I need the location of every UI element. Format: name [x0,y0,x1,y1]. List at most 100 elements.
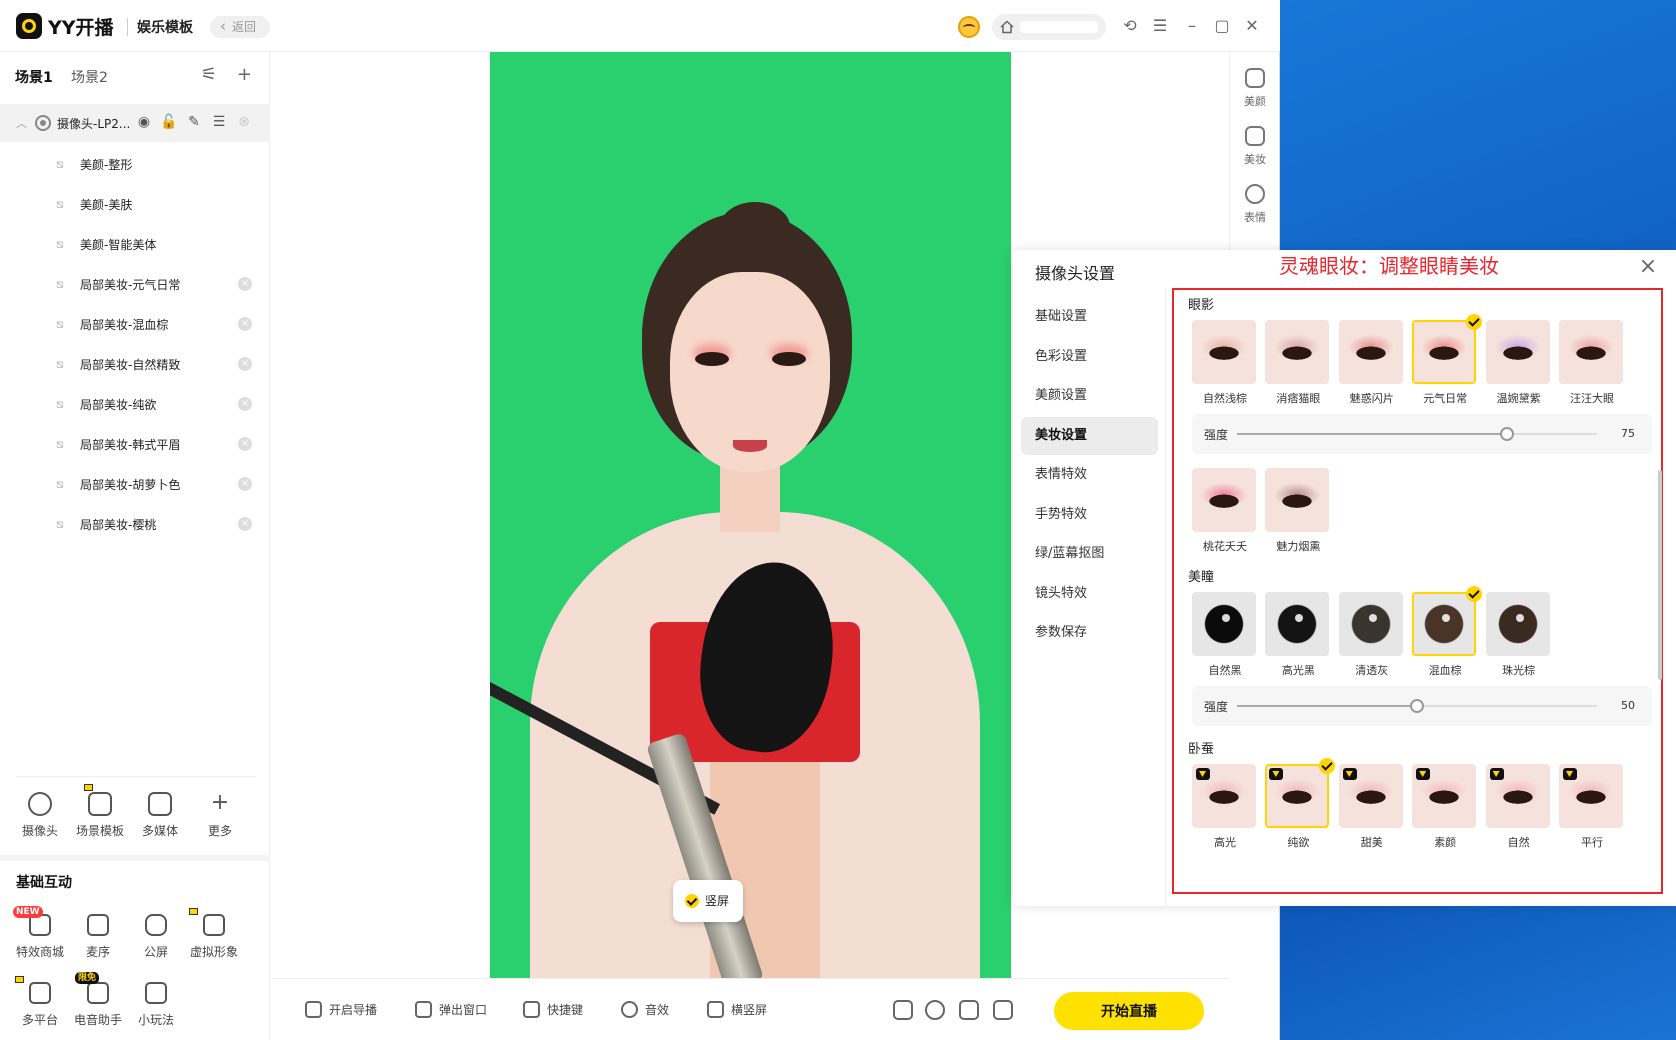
settings-nav-item[interactable]: 绿/蓝幕抠图 [1021,535,1158,573]
eyeshadow-strength-slider[interactable]: 强度 75 [1192,414,1652,454]
filter-item[interactable]: ⧅ 美颜-智能美体 [0,224,270,264]
tool-makeup[interactable]: 美妆 [1230,126,1280,167]
slider-track[interactable] [1237,427,1597,441]
interact-mini-games[interactable]: 小玩法 [126,982,186,1028]
settings-nav-item[interactable]: 美妆设置 [1021,416,1158,455]
settings-nav-item[interactable]: 参数保存 [1021,614,1158,652]
settings-nav-item[interactable]: 色彩设置 [1021,338,1158,376]
pupil-option[interactable]: 珠光棕 [1485,592,1552,678]
filter-item[interactable]: ⧅ 局部美妆-纯欲 × [0,384,270,424]
interact-voice-assistant[interactable]: 限免 电音助手 [68,972,128,1028]
quick-scene-template[interactable]: 场景模板 [70,784,130,839]
pupil-option[interactable]: 自然黑 [1192,592,1258,678]
aegyo-option[interactable]: 自然 [1486,764,1552,850]
settings-nav-item[interactable]: 基础设置 [1021,298,1158,336]
filter-item[interactable]: ⧅ 局部美妆-胡萝卜色 × [0,464,270,504]
close-icon[interactable]: ✕ [1242,16,1262,36]
settings-nav-item[interactable]: 表情特效 [1021,456,1158,494]
pupil-option[interactable]: 清透灰 [1338,592,1405,678]
filter-item[interactable]: ⧅ 美颜-美肤 [0,184,270,224]
filter-item[interactable]: ⧅ 局部美妆-自然精致 × [0,344,270,384]
aegyo-option[interactable]: 平行 [1559,764,1625,850]
tool-beauty[interactable]: 美颜 [1230,68,1280,109]
refresh-icon[interactable]: ⟲ [1120,16,1140,36]
start-live-button[interactable]: 开始直播 [1054,992,1204,1030]
aegyo-option[interactable]: 纯欲 [1265,758,1336,850]
tool-expression[interactable]: 表情 [1230,184,1280,225]
filter-item[interactable]: ⧅ 局部美妆-樱桃 × [0,504,270,544]
remove-filter-icon[interactable]: × [238,277,252,291]
pupil-option[interactable]: 混血棕 [1412,586,1483,678]
slider-track[interactable] [1237,699,1597,713]
quick-camera[interactable]: 摄像头 [10,792,70,839]
camera-source-row[interactable]: ︿ 摄像头-LP2... ◉ 🔓 ✎ ☰ ⊗ [0,104,270,142]
camera-preview[interactable] [490,52,1011,978]
eyeshadow-option[interactable]: 自然浅棕 [1192,320,1258,406]
eyeshadow-option[interactable]: 元气日常 [1412,314,1483,406]
eyeshadow-option[interactable]: 汪汪大眼 [1559,320,1625,406]
sound-effect-button[interactable]: 音效 [621,1001,669,1018]
interact-mic-order[interactable]: 麦序 [68,914,128,960]
popup-window-button[interactable]: 弹出窗口 [415,1001,487,1018]
microphone-icon[interactable] [925,1000,945,1020]
filter-item[interactable]: ⧅ 局部美妆-混血棕 × [0,304,270,344]
settings-nav-item[interactable]: 手势特效 [1021,496,1158,534]
eyeshadow-option[interactable]: 温婉黛紫 [1486,320,1552,406]
maximize-icon[interactable]: ▢ [1212,16,1232,36]
remove-filter-icon[interactable]: × [238,517,252,531]
eyeshadow-option[interactable]: 桃花夭夭 [1192,468,1258,554]
split-screen-icon[interactable] [893,1000,913,1020]
edit-icon[interactable]: ✎ [185,113,203,131]
quick-multimedia[interactable]: 多媒体 [130,792,190,839]
quick-more[interactable]: + 更多 [190,792,250,839]
eyeshadow-option[interactable]: 魅惑闪片 [1339,320,1405,406]
aegyo-option[interactable]: 甜美 [1339,764,1405,850]
video-camera-icon[interactable] [993,1000,1013,1020]
filter-item[interactable]: ⧅ 局部美妆-韩式平眉 × [0,424,270,464]
filter-effect-icon: ⧅ [56,317,64,331]
filter-item[interactable]: ⧅ 美颜-整形 [0,144,270,184]
aegyo-option[interactable]: 高光 [1192,764,1258,850]
lock-icon[interactable]: 🔓 [160,113,178,131]
remove-filter-icon[interactable]: × [238,477,252,491]
adjust-icon[interactable]: ⚟ [201,64,217,85]
remove-filter-icon[interactable]: × [238,357,252,371]
camera-snapshot-icon[interactable] [959,1000,979,1020]
interact-virtual-avatar[interactable]: 虚拟形象 [184,908,244,960]
remove-filter-icon[interactable]: × [238,397,252,411]
pupil-strength-slider[interactable]: 强度 50 [1192,686,1652,726]
slider-knob[interactable] [1500,427,1514,441]
add-scene-icon[interactable]: + [237,64,252,85]
slider-knob[interactable] [1410,699,1424,713]
orientation-button[interactable]: 横竖屏 [707,1001,767,1018]
interact-public-screen[interactable]: 公屏 [126,914,186,960]
remove-filter-icon[interactable]: × [238,317,252,331]
remove-filter-icon[interactable]: × [238,437,252,451]
interact-multi-platform[interactable]: 多平台 [10,976,70,1028]
list-menu-icon[interactable]: ☰ [210,113,228,131]
settings-nav-item[interactable]: 镜头特效 [1021,575,1158,613]
tab-scene2[interactable]: 场景2 [71,67,108,87]
director-button[interactable]: 开启导播 [305,1001,377,1018]
visibility-icon[interactable]: ◉ [135,113,153,131]
settings-nav-item[interactable]: 美颜设置 [1021,377,1158,415]
eyeshadow-option[interactable]: 魅力烟熏 [1265,468,1331,554]
panel-scrollbar[interactable] [1658,470,1662,680]
eyeshadow-option[interactable]: 消痞猫眼 [1265,320,1331,406]
collapse-icon[interactable]: ︿ [16,115,27,131]
menu-icon[interactable]: ☰ [1150,16,1170,36]
back-button[interactable]: 返回 [210,15,270,38]
minimize-icon[interactable]: – [1182,16,1202,36]
pupil-option[interactable]: 高光黑 [1265,592,1331,678]
filter-item[interactable]: ⧅ 局部美妆-元气日常 × [0,264,270,304]
orientation-toggle[interactable]: 竖屏 [673,880,743,922]
aegyo-option[interactable]: 素颜 [1412,764,1478,850]
home-search-box[interactable] [992,14,1106,40]
search-input[interactable] [1020,21,1098,33]
interact-effects-shop[interactable]: NEW 特效商城 [10,906,70,960]
tab-scene1[interactable]: 场景1 [15,67,53,87]
remove-source-icon[interactable]: ⊗ [235,113,253,131]
mascot-icon[interactable] [958,16,980,38]
shortcut-button[interactable]: 快捷键 [523,1001,583,1018]
close-panel-icon[interactable]: × [1637,256,1659,278]
